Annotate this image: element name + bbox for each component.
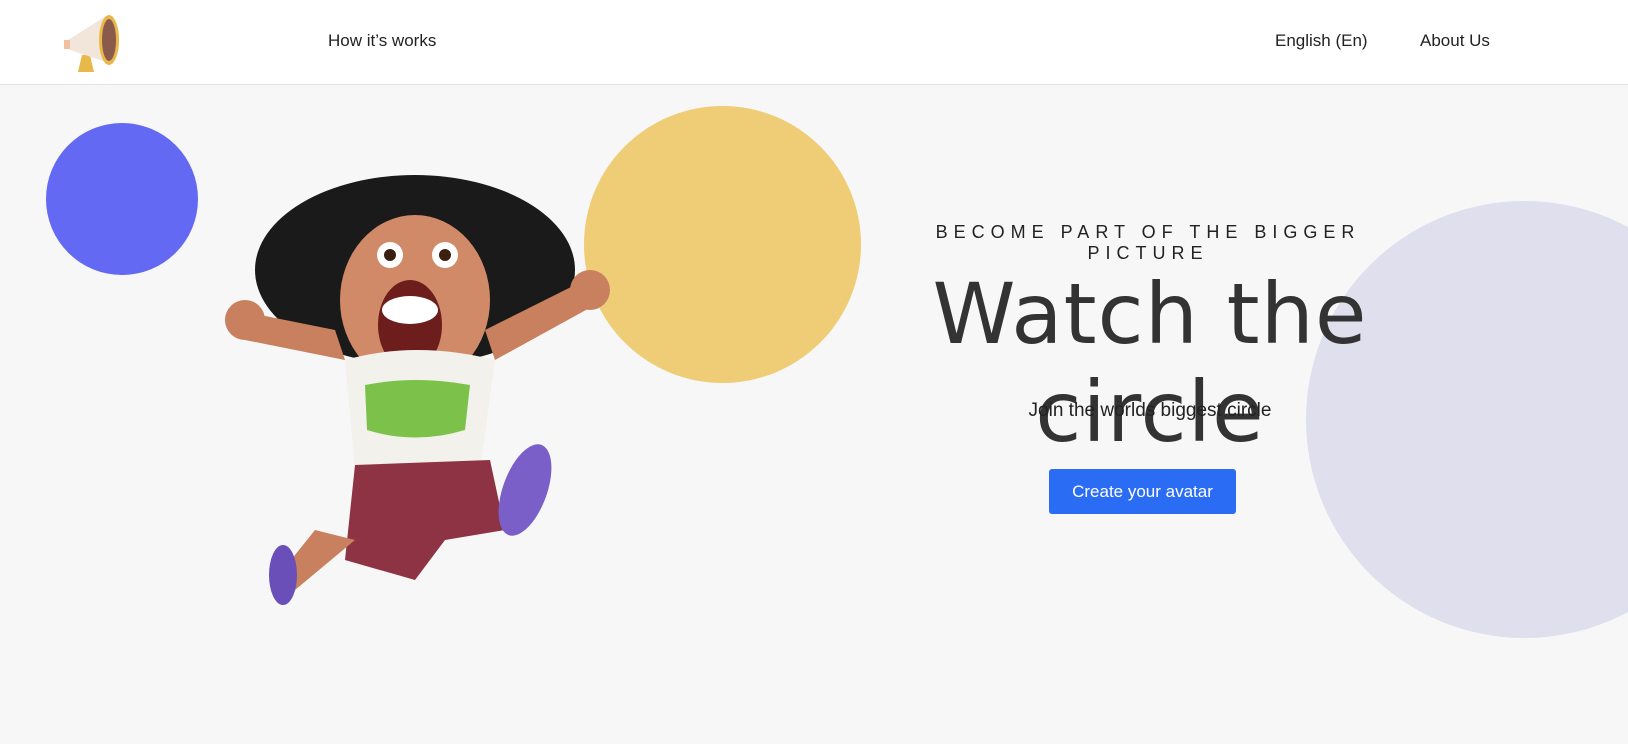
decor-circle-blue bbox=[46, 123, 198, 275]
header: How it’s works English (En) About Us bbox=[0, 0, 1628, 85]
hero-eyebrow: BECOME PART OF THE BIGGER PICTURE bbox=[935, 222, 1361, 263]
jumping-girl-illustration bbox=[225, 175, 610, 605]
hero-title: Watch the circle bbox=[932, 265, 1368, 461]
create-avatar-button[interactable]: Create your avatar bbox=[1049, 469, 1236, 514]
decor-circle-yellow bbox=[584, 106, 861, 383]
hero-tagline: Join the worlds biggest circle bbox=[1028, 400, 1272, 421]
nav-about-us[interactable]: About Us bbox=[1420, 31, 1490, 51]
megaphone-icon[interactable] bbox=[62, 10, 124, 74]
nav-how-it-works[interactable]: How it’s works bbox=[328, 31, 436, 51]
language-selector[interactable]: English (En) bbox=[1275, 31, 1368, 51]
